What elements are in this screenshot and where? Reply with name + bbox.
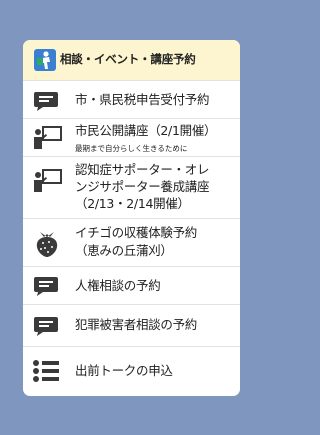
menu-item-dementia-supporter[interactable]: 認知症サポーター・オレ ンジサポーター養成講座 （2/13・2/14開催） xyxy=(23,156,240,219)
strawberry-icon xyxy=(36,232,58,257)
lecture-icon xyxy=(34,126,62,149)
menu-item-strawberry-picking[interactable]: イチゴの収穫体験予約 （恵みの丘蒲刈） xyxy=(23,218,240,267)
menu-item-label-line-2: ンジサポーター養成講座 xyxy=(75,179,210,194)
menu-item-label-line-2: （恵みの丘蒲刈） xyxy=(75,243,173,258)
panel-header: 相談・イベント・講座予約 xyxy=(23,40,240,80)
menu-item-subtitle: 最期まで自分らしく生きるために xyxy=(75,144,188,153)
menu-item-tax-declaration[interactable]: 市・県民税申告受付予約 xyxy=(23,80,240,119)
menu-item-label-line-3: （2/13・2/14開催） xyxy=(75,196,190,211)
list-icon xyxy=(33,360,59,382)
panel-title: 相談・イベント・講座予約 xyxy=(60,52,196,66)
chat-bubble-icon xyxy=(34,277,58,296)
menu-item-label-line-1: 認知症サポーター・オレ xyxy=(75,162,210,177)
menu-item-human-rights-consultation[interactable]: 人権相談の予約 xyxy=(23,266,240,305)
menu-item-label: 市民公開講座（2/1開催） xyxy=(75,123,217,138)
menu-item-label: 市・県民税申告受付予約 xyxy=(75,92,210,107)
menu-item-label: 人権相談の予約 xyxy=(75,278,161,293)
menu-item-crime-victim-consultation[interactable]: 犯罪被害者相談の予約 xyxy=(23,304,240,347)
lecture-icon xyxy=(34,169,62,192)
menu-item-public-lecture[interactable]: 市民公開講座（2/1開催） 最期まで自分らしく生きるために xyxy=(23,118,240,157)
menu-item-label-line-1: イチゴの収穫体験予約 xyxy=(75,225,198,240)
menu-item-label: 犯罪被害者相談の予約 xyxy=(75,317,198,332)
chat-bubble-icon xyxy=(34,92,58,111)
chat-bubble-icon xyxy=(34,317,58,336)
menu-item-outreach-talk[interactable]: 出前トークの申込 xyxy=(23,346,240,396)
reservation-menu-panel: 相談・イベント・講座予約 市・県民税申告受付予約 市民公開講座（2/1開催） 最… xyxy=(23,40,240,396)
reservation-person-icon xyxy=(34,49,56,71)
menu-item-label: 出前トークの申込 xyxy=(75,363,173,378)
